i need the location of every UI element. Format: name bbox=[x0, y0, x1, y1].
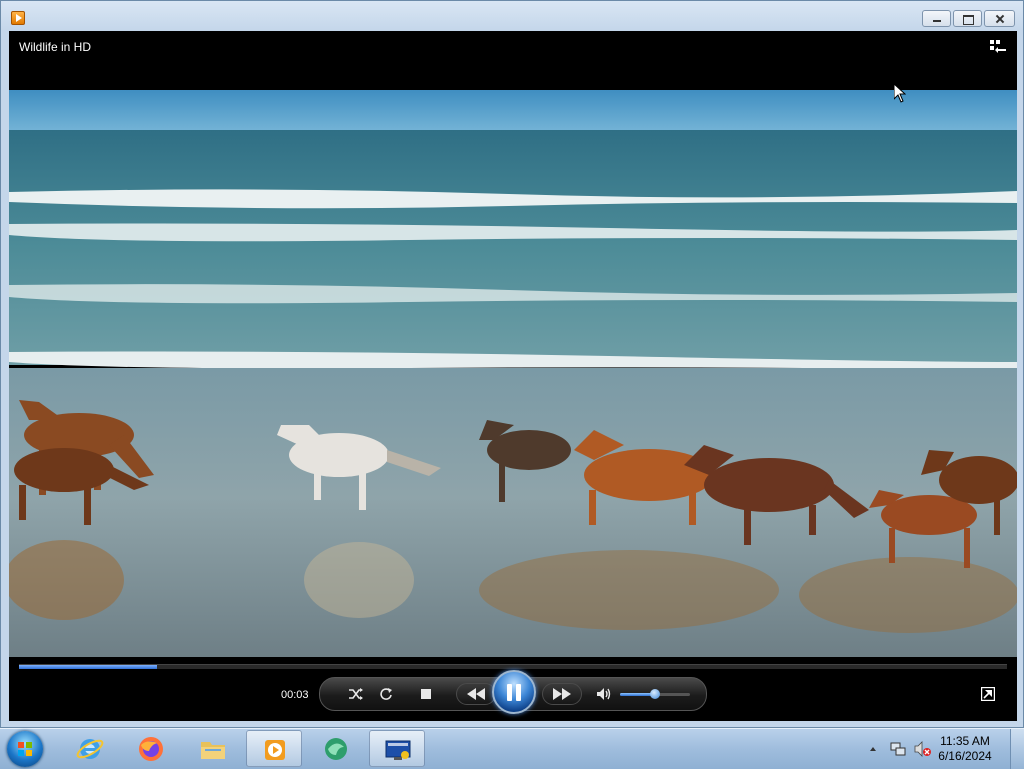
rewind-icon bbox=[467, 688, 485, 700]
taskbar-media-player[interactable] bbox=[246, 730, 302, 767]
volume-tray-button[interactable] bbox=[914, 741, 931, 757]
minimize-button[interactable] bbox=[922, 10, 951, 27]
next-button[interactable] bbox=[542, 683, 582, 705]
mute-button[interactable] bbox=[594, 684, 614, 704]
taskbar: 11:35 AM 6/16/2024 bbox=[0, 728, 1024, 769]
network-icon bbox=[890, 742, 906, 756]
clock-time: 11:35 AM bbox=[940, 734, 990, 748]
volume-slider[interactable] bbox=[620, 689, 690, 699]
taskbar-internet-explorer[interactable] bbox=[62, 730, 118, 767]
taskbar-clock[interactable]: 11:35 AM 6/16/2024 bbox=[930, 734, 1000, 764]
firefox-icon bbox=[139, 737, 163, 761]
start-button[interactable] bbox=[7, 731, 43, 767]
show-desktop-button[interactable] bbox=[1010, 729, 1024, 769]
pause-icon-bar bbox=[516, 684, 521, 701]
volume-thumb[interactable] bbox=[650, 689, 660, 699]
windows-logo-icon bbox=[18, 742, 32, 756]
remote-desktop-icon bbox=[385, 740, 411, 760]
playback-controls bbox=[319, 670, 707, 714]
player-area: Wildlife in HD 00:03 bbox=[9, 31, 1017, 721]
shuffle-icon bbox=[349, 688, 363, 700]
elapsed-time: 00:03 bbox=[281, 689, 309, 701]
seek-bar[interactable] bbox=[19, 664, 1007, 669]
green-app-icon bbox=[325, 738, 347, 760]
close-button[interactable] bbox=[984, 10, 1015, 27]
network-tray-button[interactable] bbox=[890, 741, 906, 757]
internet-explorer-icon bbox=[76, 739, 104, 759]
fast-forward-icon bbox=[553, 688, 571, 700]
close-icon bbox=[985, 11, 1014, 26]
caption-buttons bbox=[922, 10, 1015, 27]
stop-button[interactable] bbox=[416, 684, 436, 704]
media-player-window: Wildlife in HD 00:03 bbox=[0, 0, 1024, 728]
pause-icon bbox=[507, 684, 512, 701]
show-hidden-icons-button[interactable] bbox=[868, 741, 878, 757]
video-image bbox=[9, 90, 1017, 657]
clock-date: 6/16/2024 bbox=[938, 749, 992, 763]
media-title: Wildlife in HD bbox=[19, 40, 92, 54]
windows-media-player-icon[interactable] bbox=[11, 11, 25, 25]
taskbar-file-explorer[interactable] bbox=[185, 730, 241, 767]
mouse-cursor-icon bbox=[894, 84, 906, 103]
previous-button[interactable] bbox=[456, 683, 496, 705]
restore-icon bbox=[954, 11, 981, 26]
video-frame[interactable] bbox=[9, 90, 1017, 657]
pause-button[interactable] bbox=[492, 670, 536, 714]
taskbar-firefox[interactable] bbox=[123, 730, 179, 767]
repeat-icon bbox=[380, 688, 392, 700]
minimize-icon bbox=[923, 11, 950, 26]
taskbar-green-app[interactable] bbox=[308, 730, 364, 767]
shuffle-button[interactable] bbox=[346, 684, 366, 704]
media-player-icon bbox=[265, 740, 285, 760]
taskbar-remote-desktop[interactable] bbox=[369, 730, 425, 767]
fullscreen-icon[interactable] bbox=[981, 687, 995, 701]
speaker-icon bbox=[597, 688, 611, 700]
chevron-up-icon bbox=[870, 747, 876, 751]
switch-to-library-icon[interactable] bbox=[989, 40, 1007, 54]
title-bar[interactable] bbox=[1, 1, 1023, 31]
restore-button[interactable] bbox=[953, 10, 982, 27]
folder-icon bbox=[201, 742, 225, 759]
repeat-button[interactable] bbox=[376, 684, 396, 704]
seek-progress bbox=[19, 665, 158, 669]
stop-icon bbox=[421, 689, 431, 699]
